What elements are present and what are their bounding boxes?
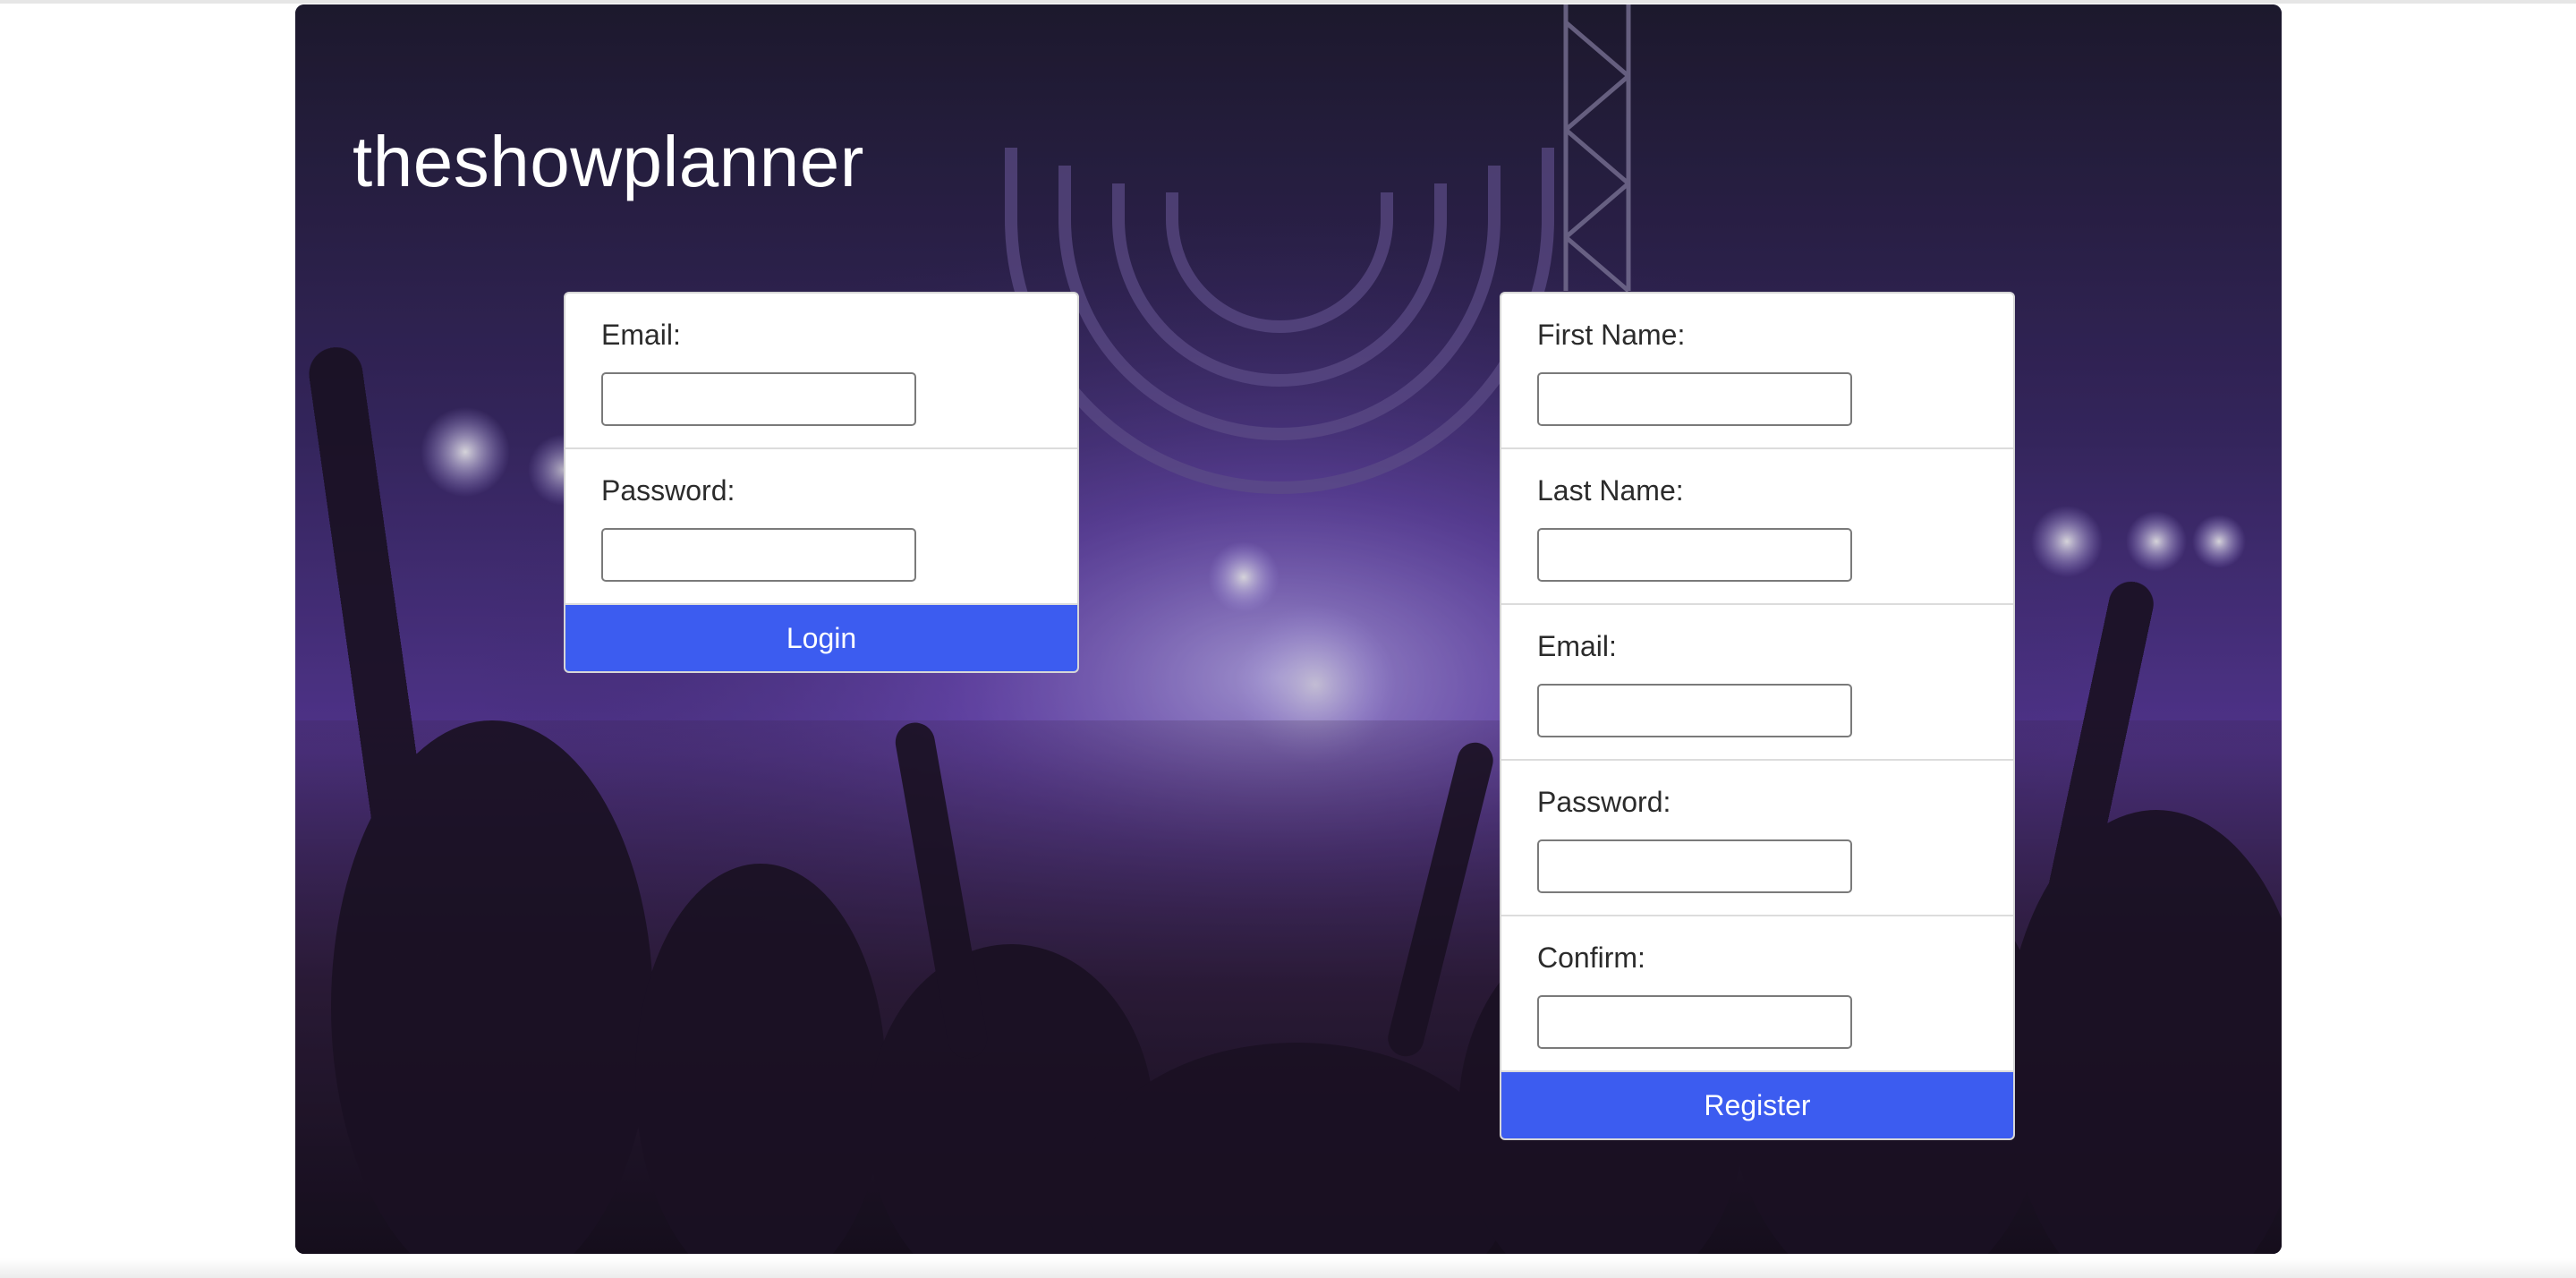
login-email-input[interactable] bbox=[601, 372, 916, 426]
register-button[interactable]: Register bbox=[1501, 1072, 2013, 1138]
login-form: Email: Password: Login bbox=[564, 292, 1079, 673]
login-email-label: Email: bbox=[601, 319, 681, 351]
register-first-name-input[interactable] bbox=[1537, 372, 1852, 426]
register-first-name-group: First Name: bbox=[1501, 294, 2013, 449]
hero-banner: theshowplanner Email: Password: Login Fi… bbox=[295, 4, 2282, 1254]
register-password-label: Password: bbox=[1537, 786, 1671, 818]
login-password-group: Password: bbox=[565, 449, 1077, 605]
register-confirm-label: Confirm: bbox=[1537, 941, 1645, 974]
site-title: theshowplanner bbox=[353, 122, 864, 201]
register-confirm-input[interactable] bbox=[1537, 995, 1852, 1049]
bottom-shadow bbox=[0, 1258, 2576, 1278]
register-form: First Name: Last Name: Email: Password: … bbox=[1500, 292, 2015, 1140]
top-border-line bbox=[0, 0, 2576, 4]
login-password-input[interactable] bbox=[601, 528, 916, 582]
login-password-label: Password: bbox=[601, 474, 735, 507]
register-password-input[interactable] bbox=[1537, 839, 1852, 893]
login-email-group: Email: bbox=[565, 294, 1077, 449]
register-first-name-label: First Name: bbox=[1537, 319, 1686, 351]
login-button[interactable]: Login bbox=[565, 605, 1077, 671]
register-email-label: Email: bbox=[1537, 630, 1617, 662]
register-confirm-group: Confirm: bbox=[1501, 916, 2013, 1072]
register-password-group: Password: bbox=[1501, 761, 2013, 916]
register-email-group: Email: bbox=[1501, 605, 2013, 761]
register-last-name-group: Last Name: bbox=[1501, 449, 2013, 605]
register-last-name-input[interactable] bbox=[1537, 528, 1852, 582]
register-email-input[interactable] bbox=[1537, 684, 1852, 737]
register-last-name-label: Last Name: bbox=[1537, 474, 1684, 507]
